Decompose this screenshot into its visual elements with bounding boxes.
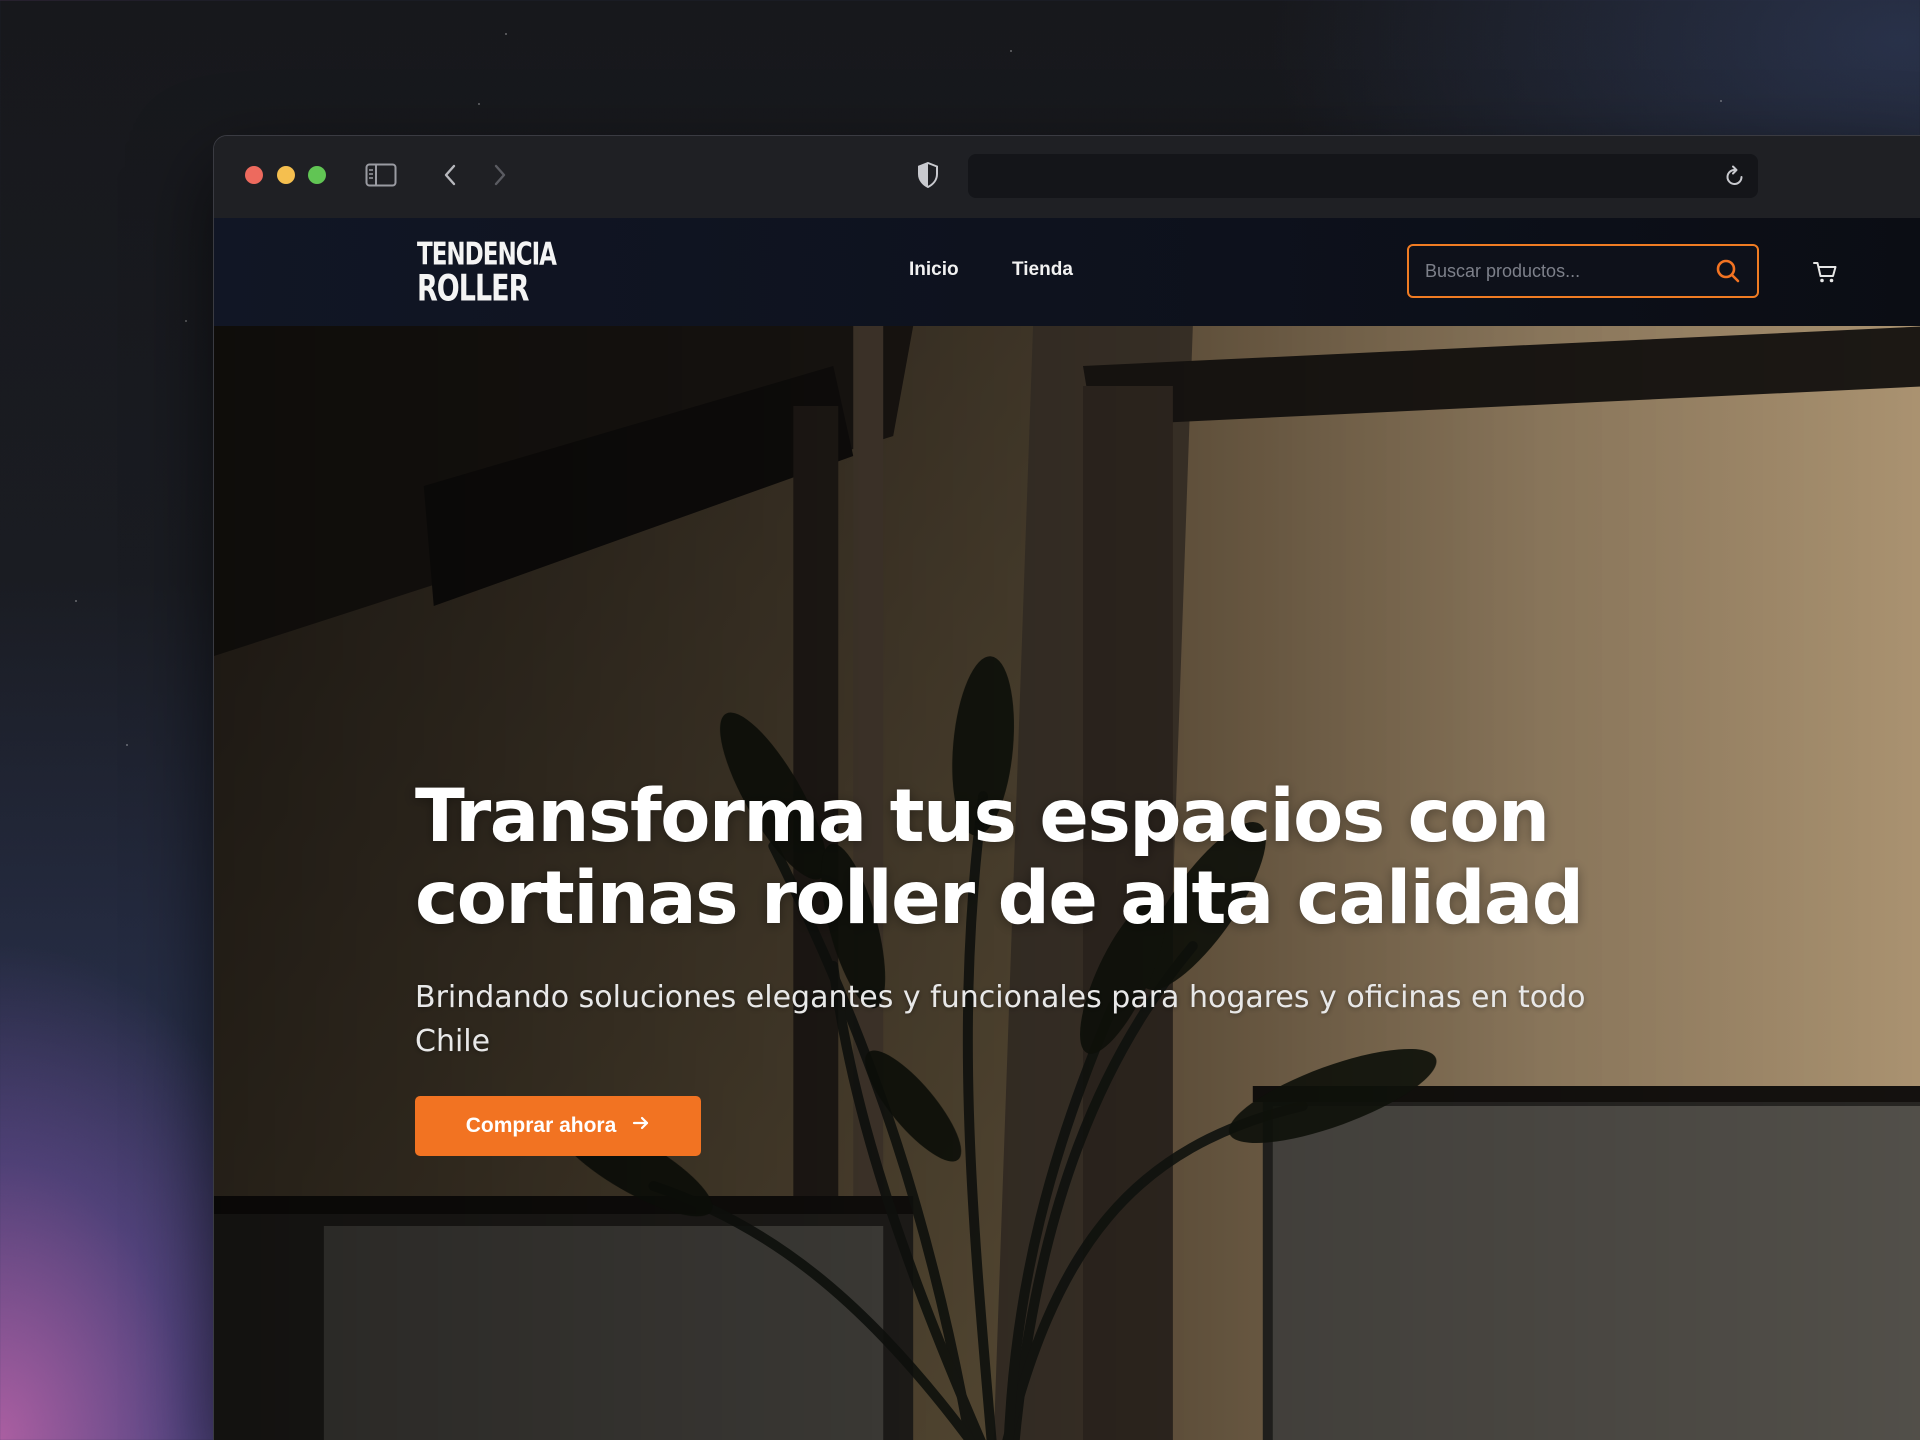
background-star [185, 320, 187, 322]
background-star [1010, 50, 1012, 52]
hero-title-line2: cortinas roller de alta calidad [415, 856, 1584, 941]
hero-title: Transforma tus espacios con cortinas rol… [415, 776, 1655, 940]
hero-content: Transforma tus espacios con cortinas rol… [415, 776, 1655, 1064]
browser-titlebar [214, 136, 1920, 218]
hero-title-line1: Transforma tus espacios con [415, 774, 1550, 859]
logo-line1: TENDENCIA [417, 237, 557, 273]
site-navbar: TENDENCIA ROLLER Inicio Tienda [214, 218, 1920, 326]
forward-icon[interactable] [484, 160, 516, 190]
background-star [1720, 100, 1722, 102]
hero-section: Transforma tus espacios con cortinas rol… [214, 326, 1920, 1440]
address-bar[interactable] [968, 154, 1758, 198]
sidebar-toggle-icon[interactable] [365, 160, 397, 190]
background-star [478, 103, 480, 105]
maximize-window-button[interactable] [308, 166, 326, 184]
privacy-shield-icon[interactable] [912, 160, 944, 190]
back-icon[interactable] [434, 160, 466, 190]
reload-icon[interactable] [1724, 164, 1746, 193]
close-window-button[interactable] [245, 166, 263, 184]
shop-now-label: Comprar ahora [465, 1114, 617, 1137]
search-icon[interactable] [1715, 258, 1741, 289]
background-star [505, 33, 507, 35]
minimize-window-button[interactable] [277, 166, 295, 184]
website: TENDENCIA ROLLER Inicio Tienda Buscar pr… [214, 218, 1920, 1440]
nav-link-inicio[interactable]: Inicio [909, 259, 959, 281]
shop-now-button[interactable]: Comprar ahora [415, 1096, 701, 1156]
logo-line2: ROLLER [417, 268, 529, 311]
nav-link-tienda[interactable]: Tienda [1012, 259, 1073, 281]
browser-window: TENDENCIA ROLLER Inicio Tienda Buscar pr… [213, 135, 1920, 1440]
cart-icon[interactable] [1811, 258, 1839, 286]
background-star [75, 600, 77, 602]
search-input[interactable] [1409, 246, 1757, 296]
background-star [126, 744, 128, 746]
arrow-right-icon [632, 1114, 650, 1138]
hero-subtitle: Brindando soluciones elegantes y funcion… [415, 980, 1586, 1059]
site-logo[interactable]: TENDENCIA ROLLER [417, 239, 557, 317]
search-box [1407, 244, 1759, 298]
